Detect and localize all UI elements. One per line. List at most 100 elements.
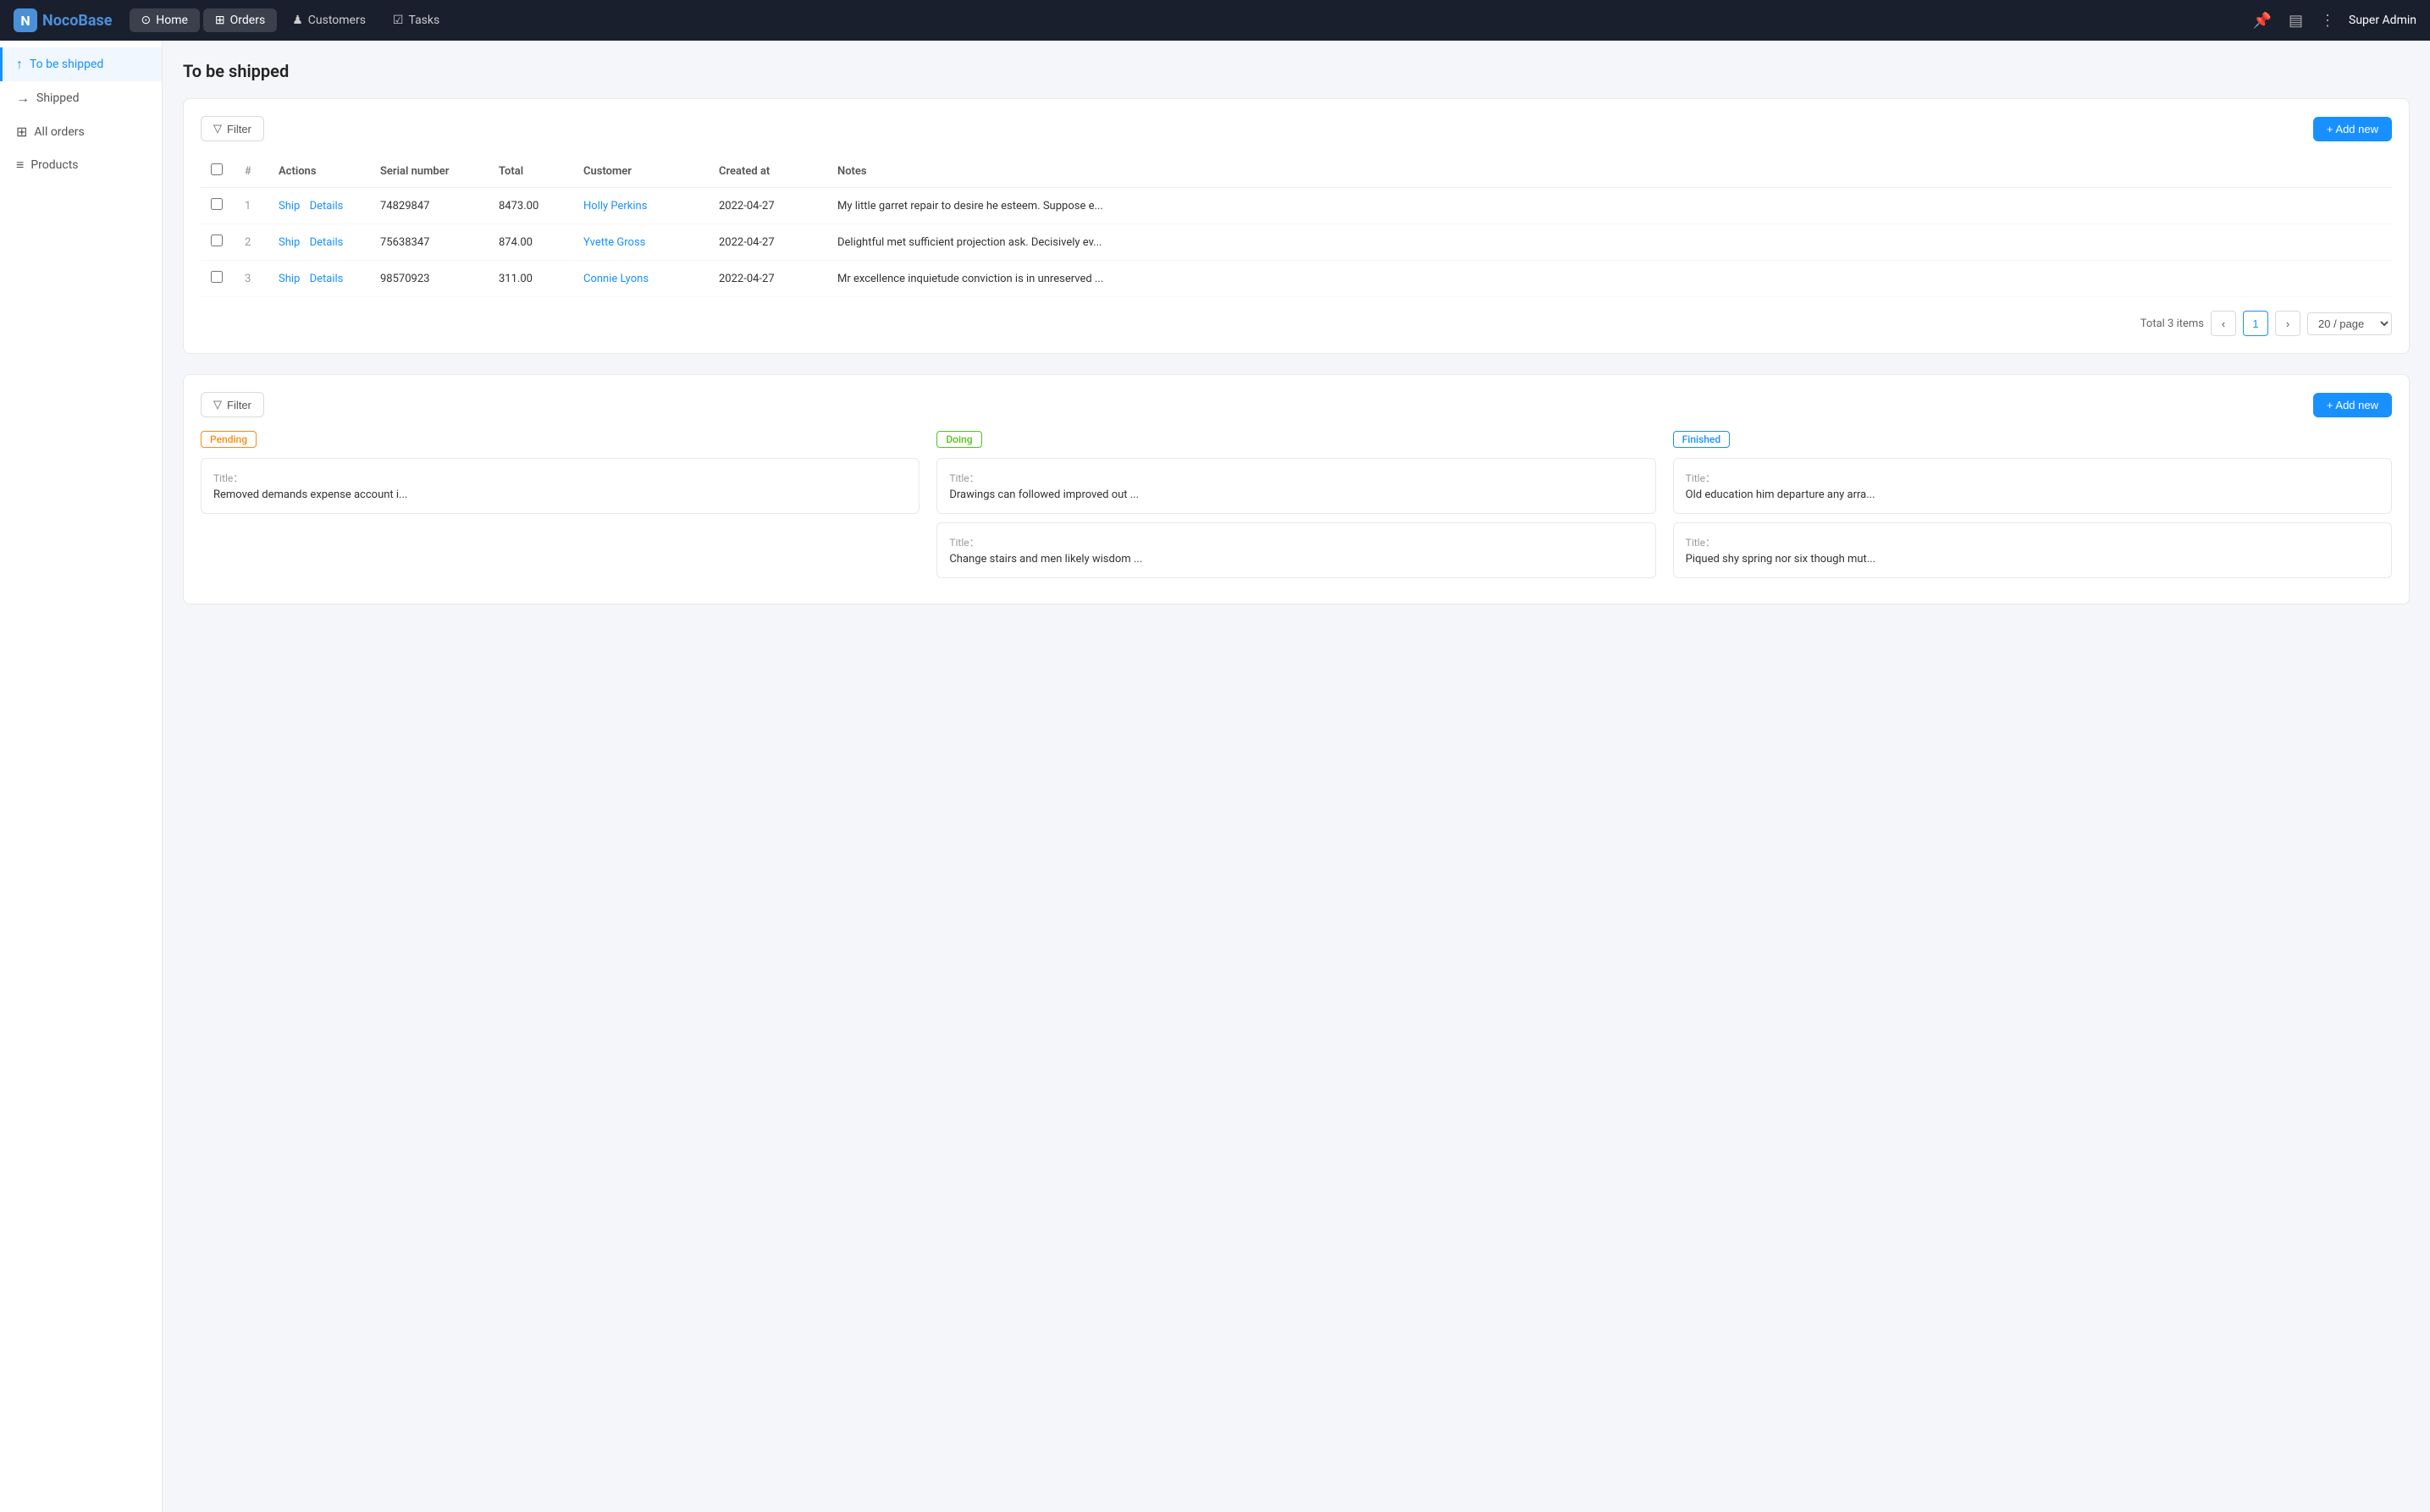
kanban-add-new-label: + Add new (2327, 399, 2378, 411)
sidebar-item-to-be-shipped[interactable]: ↑ To be shipped (0, 47, 162, 81)
row-created: 2022-04-27 (709, 224, 827, 261)
kanban-column-badge: Finished (1673, 431, 1730, 448)
app-layout: ↑ To be shipped → Shipped ⊞ All orders ≡… (0, 41, 2430, 1512)
top-navigation: N NocoBase ⊙ Home ⊞ Orders ♟ Customers ☑… (0, 0, 2430, 41)
nav-tasks-label: Tasks (408, 14, 439, 27)
all-orders-icon: ⊞ (16, 124, 27, 140)
next-page-button[interactable]: › (2275, 311, 2300, 336)
kanban-card-title: Piqued shy spring nor six though mut... (1686, 553, 2379, 566)
row-serial: 98570923 (370, 261, 489, 297)
details-link[interactable]: Details (310, 200, 344, 212)
kanban-card-item[interactable]: Title： Change stairs and men likely wisd… (936, 522, 1655, 578)
kanban-filter-label: Filter (227, 399, 251, 411)
details-link[interactable]: Details (310, 236, 344, 249)
row-total: 874.00 (489, 224, 573, 261)
row-customer: Yvette Gross (573, 224, 709, 261)
table-header-num: # (235, 155, 268, 188)
row-notes: My little garret repair to desire he est… (827, 188, 2392, 224)
kanban-board: Pending Title： Removed demands expense a… (201, 431, 2392, 587)
more-icon[interactable]: ⋮ (2317, 8, 2339, 33)
details-link[interactable]: Details (310, 273, 344, 285)
row-notes: Mr excellence inquietude conviction is i… (827, 261, 2392, 297)
sidebar-label-shipped: Shipped (36, 91, 79, 105)
table-icon[interactable]: ▤ (2285, 8, 2306, 33)
row-number: 3 (235, 261, 268, 297)
total-items-text: Total 3 items (2140, 317, 2204, 330)
row-number: 2 (235, 224, 268, 261)
nav-item-customers[interactable]: ♟ Customers (280, 8, 378, 32)
sidebar-item-products[interactable]: ≡ Products (0, 148, 162, 182)
row-checkbox-cell (201, 188, 235, 224)
table-row: 2 Ship Details 75638347 874.00 Yvette Gr… (201, 224, 2392, 261)
kanban-add-new-button[interactable]: + Add new (2313, 393, 2392, 417)
page-size-select[interactable]: 20 / page 50 / page 100 / page (2307, 312, 2392, 335)
ship-link[interactable]: Ship (279, 273, 300, 285)
row-checkbox[interactable] (211, 235, 223, 246)
kanban-card-title: Change stairs and men likely wisdom ... (949, 553, 1643, 566)
kanban-card-label: Title： (949, 535, 1643, 549)
ship-link[interactable]: Ship (279, 200, 300, 212)
customer-link[interactable]: Connie Lyons (583, 273, 649, 285)
row-serial: 75638347 (370, 224, 489, 261)
kanban-column-pending: Pending Title： Removed demands expense a… (201, 431, 920, 587)
sidebar-item-shipped[interactable]: → Shipped (0, 81, 162, 115)
app-logo[interactable]: N NocoBase (14, 8, 113, 32)
shipped-icon: → (16, 90, 30, 107)
table-add-new-label: + Add new (2327, 123, 2378, 135)
home-icon: ⊙ (141, 14, 152, 27)
logo-icon: N (14, 8, 37, 32)
row-notes: Delightful met sufficient projection ask… (827, 224, 2392, 261)
row-actions: Ship Details (268, 224, 370, 261)
kanban-column-badge: Doing (936, 431, 981, 448)
select-all-checkbox[interactable] (211, 163, 223, 175)
sidebar-item-all-orders[interactable]: ⊞ All orders (0, 115, 162, 148)
sidebar-label-to-be-shipped: To be shipped (30, 58, 103, 71)
nav-item-tasks[interactable]: ☑ Tasks (381, 8, 451, 32)
kanban-filter-bar: ▽ Filter + Add new (201, 392, 2392, 417)
products-icon: ≡ (16, 157, 24, 174)
row-checkbox-cell (201, 261, 235, 297)
prev-page-button[interactable]: ‹ (2211, 311, 2236, 336)
kanban-card-label: Title： (213, 471, 907, 485)
customer-link[interactable]: Holly Perkins (583, 200, 647, 212)
kanban-card-item[interactable]: Title： Old education him departure any a… (1673, 458, 2392, 514)
row-customer: Connie Lyons (573, 261, 709, 297)
kanban-column-badge: Pending (201, 431, 257, 448)
row-created: 2022-04-27 (709, 188, 827, 224)
kanban-filter-button[interactable]: ▽ Filter (201, 392, 264, 417)
table-add-new-button[interactable]: + Add new (2313, 117, 2392, 141)
pin-icon[interactable]: 📌 (2250, 8, 2275, 33)
orders-table: # Actions Serial number Total Customer (201, 155, 2392, 297)
user-name[interactable]: Super Admin (2349, 14, 2416, 27)
sidebar-label-all-orders: All orders (34, 125, 84, 139)
row-actions: Ship Details (268, 188, 370, 224)
ship-link[interactable]: Ship (279, 236, 300, 249)
current-page-button[interactable]: 1 (2243, 311, 2268, 336)
nav-right-controls: 📌 ▤ ⋮ Super Admin (2250, 8, 2416, 33)
nav-home-label: Home (156, 14, 188, 27)
kanban-column-doing: Doing Title： Drawings can followed impro… (936, 431, 1655, 587)
kanban-column-finished: Finished Title： Old education him depart… (1673, 431, 2392, 587)
kanban-card-label: Title： (1686, 535, 2379, 549)
table-filter-label: Filter (227, 123, 251, 135)
customer-link[interactable]: Yvette Gross (583, 236, 645, 249)
table-header-customer: Customer (573, 155, 709, 188)
row-checkbox[interactable] (211, 271, 223, 283)
nav-item-home[interactable]: ⊙ Home (130, 8, 200, 32)
row-actions: Ship Details (268, 261, 370, 297)
kanban-card-item[interactable]: Title： Drawings can followed improved ou… (936, 458, 1655, 514)
row-number: 1 (235, 188, 268, 224)
row-checkbox[interactable] (211, 198, 223, 210)
row-checkbox-cell (201, 224, 235, 261)
table-filter-button[interactable]: ▽ Filter (201, 116, 264, 141)
table-row: 3 Ship Details 98570923 311.00 Connie Ly… (201, 261, 2392, 297)
nav-item-orders[interactable]: ⊞ Orders (203, 8, 277, 32)
table-header-total: Total (489, 155, 573, 188)
main-content: To be shipped ▽ Filter + Add new (163, 41, 2430, 1512)
kanban-card-item[interactable]: Title： Removed demands expense account i… (201, 458, 920, 514)
row-serial: 74829847 (370, 188, 489, 224)
table-filter-bar: ▽ Filter + Add new (201, 116, 2392, 141)
table-header-notes: Notes (827, 155, 2392, 188)
kanban-card-item[interactable]: Title： Piqued shy spring nor six though … (1673, 522, 2392, 578)
kanban-card-title: Old education him departure any arra... (1686, 488, 2379, 501)
